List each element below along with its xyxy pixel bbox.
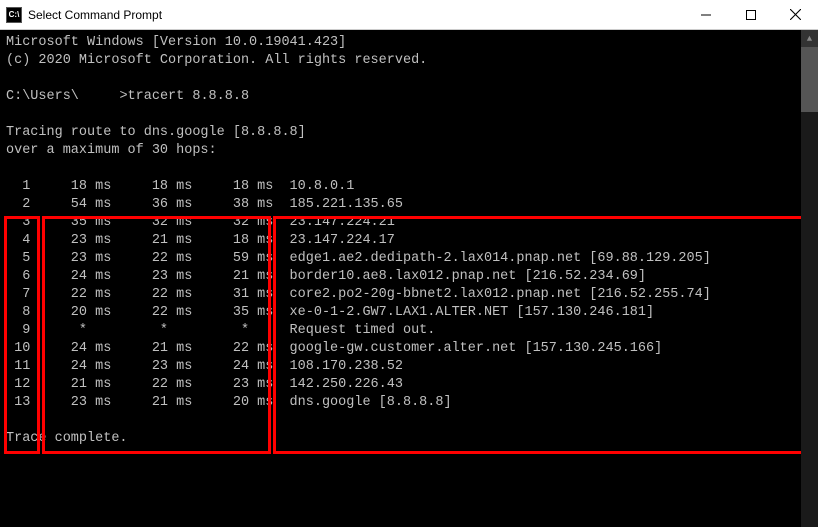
- blank-line: [6, 106, 812, 124]
- window-controls: [683, 0, 818, 29]
- terminal-body[interactable]: Microsoft Windows [Version 10.0.19041.42…: [0, 30, 818, 527]
- title-bar[interactable]: C:\ Select Command Prompt: [0, 0, 818, 30]
- copyright-line: (c) 2020 Microsoft Corporation. All righ…: [6, 52, 812, 70]
- version-line: Microsoft Windows [Version 10.0.19041.42…: [6, 34, 812, 52]
- minimize-button[interactable]: [683, 0, 728, 29]
- prompt-path: C:\Users\: [6, 89, 79, 104]
- highlight-latency-columns: [42, 216, 271, 454]
- blank-line: [6, 160, 812, 178]
- trace-header-1: Tracing route to dns.google [8.8.8.8]: [6, 124, 812, 142]
- scrollbar-thumb[interactable]: [801, 47, 818, 112]
- maximize-button[interactable]: [728, 0, 773, 29]
- highlight-hop-number-column: [4, 216, 40, 454]
- highlight-host-column: [273, 216, 810, 454]
- cmd-icon: C:\: [6, 7, 22, 23]
- scrollbar-track[interactable]: ▲: [801, 30, 818, 527]
- scroll-up-button[interactable]: ▲: [801, 30, 818, 47]
- hop-row: 2 54 ms 36 ms 38 ms 185.221.135.65: [6, 196, 812, 214]
- window-title: Select Command Prompt: [28, 8, 683, 22]
- hop-row: 1 18 ms 18 ms 18 ms 10.8.0.1: [6, 178, 812, 196]
- prompt-line: C:\Users\ >tracert 8.8.8.8: [6, 88, 812, 106]
- prompt-command: >tracert 8.8.8.8: [119, 89, 249, 104]
- blank-line: [6, 70, 812, 88]
- trace-header-2: over a maximum of 30 hops:: [6, 142, 812, 160]
- close-button[interactable]: [773, 0, 818, 29]
- prompt-user-redacted: [79, 89, 120, 104]
